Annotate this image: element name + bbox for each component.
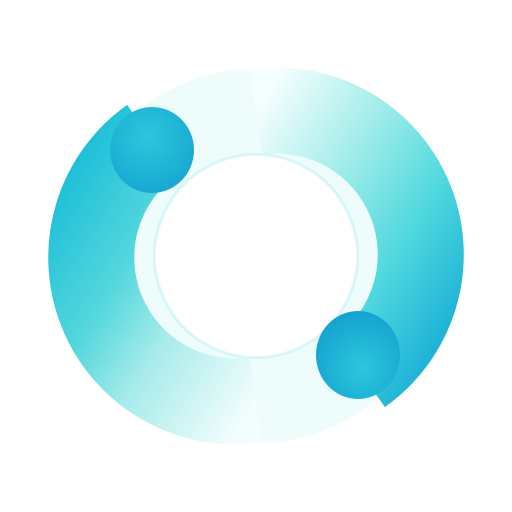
ring-logo-icon [48, 67, 464, 445]
ring-hole [156, 156, 356, 356]
ring-cap-bottom-right [316, 311, 400, 399]
app-icon-canvas [0, 0, 512, 512]
ring-cap-top-left [110, 107, 194, 193]
